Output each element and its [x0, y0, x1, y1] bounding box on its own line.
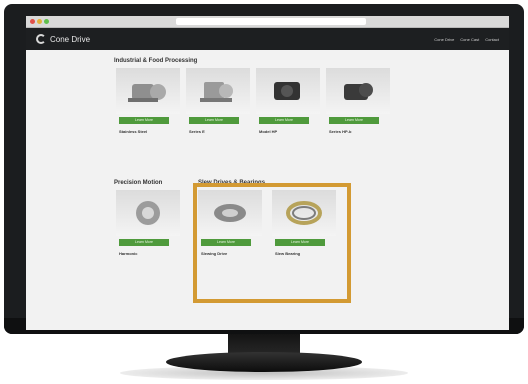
monitor-stand-base	[166, 352, 362, 372]
product-image[interactable]	[256, 68, 320, 114]
learn-more-button[interactable]: Learn More	[119, 239, 169, 246]
product-name: Model HP	[259, 129, 278, 134]
product-name: Harmonic	[119, 251, 138, 256]
product-card: Learn More Harmonic	[116, 190, 180, 256]
browser-toolbar	[26, 16, 509, 28]
close-window-icon[interactable]	[30, 19, 35, 24]
monitor-photo: Cone Drive Cone Drive Cone Cast Contact …	[0, 0, 528, 384]
site-header: Cone Drive Cone Drive Cone Cast Contact	[26, 28, 509, 50]
maximize-window-icon[interactable]	[44, 19, 49, 24]
site-logo[interactable]: Cone Drive	[36, 34, 90, 44]
logo-text: Cone Drive	[50, 34, 91, 44]
nav-item[interactable]: Cone Drive	[434, 37, 454, 42]
product-name: Stainless Steel	[119, 129, 148, 134]
learn-more-button[interactable]: Learn More	[189, 117, 239, 124]
address-bar[interactable]	[176, 18, 366, 25]
highlight-frame	[193, 183, 351, 303]
product-image[interactable]	[326, 68, 390, 114]
product-card: Learn More Series E	[186, 68, 250, 134]
product-card: Learn More Model HP	[256, 68, 320, 134]
product-image[interactable]	[116, 68, 180, 114]
browser-window: Cone Drive Cone Drive Cone Cast Contact …	[26, 16, 509, 330]
section-title: Industrial & Food Processing	[114, 58, 198, 64]
product-card: Learn More Stainless Steel	[116, 68, 180, 134]
nav-item[interactable]: Contact	[485, 37, 499, 42]
product-image[interactable]	[186, 68, 250, 114]
product-name: Series HP-b	[329, 129, 352, 134]
learn-more-button[interactable]: Learn More	[329, 117, 379, 124]
product-image[interactable]	[116, 190, 180, 236]
learn-more-button[interactable]: Learn More	[119, 117, 169, 124]
top-nav: Cone Drive Cone Cast Contact	[434, 37, 499, 42]
learn-more-button[interactable]: Learn More	[259, 117, 309, 124]
product-name: Series E	[189, 129, 205, 134]
minimize-window-icon[interactable]	[37, 19, 42, 24]
nav-item[interactable]: Cone Cast	[460, 37, 479, 42]
product-card: Learn More Series HP-b	[326, 68, 390, 134]
section-title: Precision Motion	[114, 180, 163, 186]
cone-drive-logo-icon	[36, 34, 46, 44]
